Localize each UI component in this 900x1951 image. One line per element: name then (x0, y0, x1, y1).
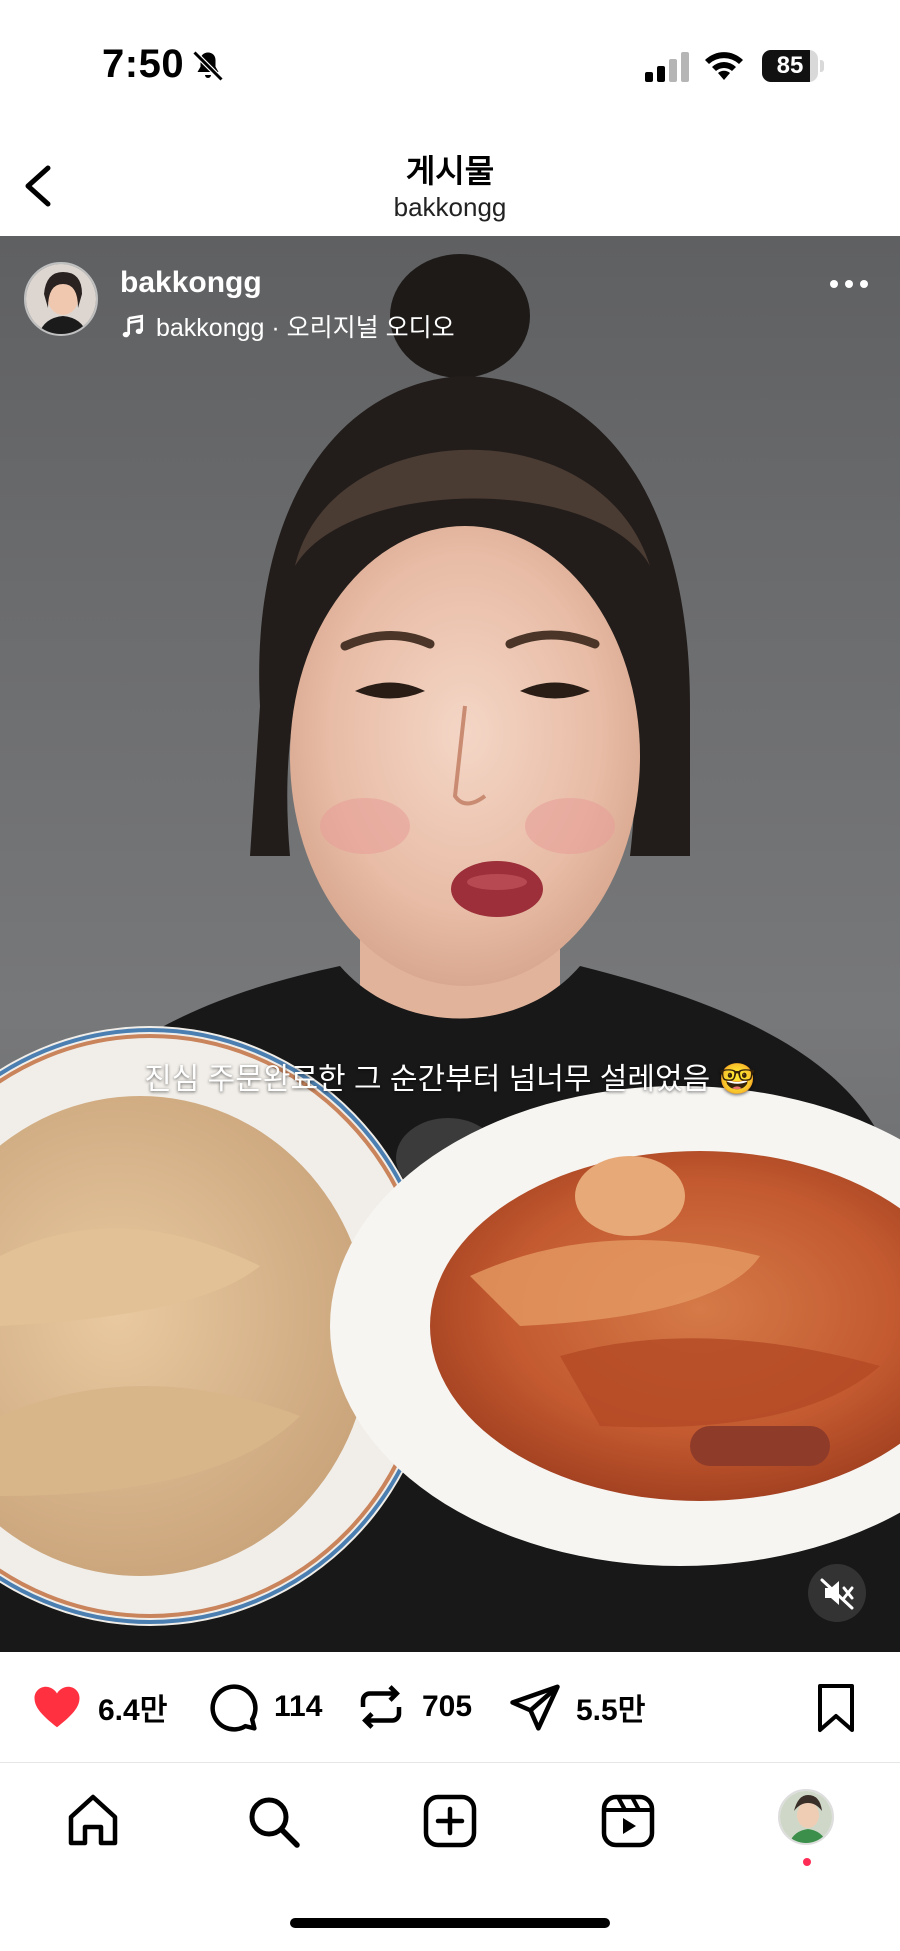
music-note-icon (122, 314, 144, 338)
audio-label: · 오리지널 오디오 (271, 314, 455, 342)
search-icon[interactable] (243, 1791, 303, 1851)
page-subtitle: bakkongg (393, 192, 507, 222)
comment-icon[interactable] (206, 1680, 260, 1734)
owner-username[interactable]: bakkongg (120, 266, 262, 300)
audio-info[interactable]: bakkongg · 오리지널 오디오 (120, 308, 455, 344)
video-caption: 진심 주문완료한 그 순간부터 넘너무 설레었음 🤓 (144, 1063, 756, 1096)
owner-avatar[interactable] (24, 262, 98, 336)
repost-action[interactable]: 705 (354, 1682, 472, 1732)
mute-button[interactable] (808, 1564, 866, 1622)
comment-action[interactable]: 114 (206, 1682, 322, 1732)
video-frame (0, 254, 900, 1652)
notification-dot (803, 1858, 811, 1866)
like-action[interactable]: 6.4만 (30, 1682, 167, 1732)
home-indicator (290, 1918, 610, 1928)
status-bar: 7:50 85 (0, 0, 900, 130)
bookmark-icon[interactable] (812, 1680, 860, 1736)
likes-count[interactable]: 6.4만 (98, 1685, 167, 1729)
create-icon[interactable] (420, 1791, 480, 1851)
repost-icon[interactable] (354, 1680, 408, 1734)
shares-count[interactable]: 5.5만 (576, 1685, 645, 1729)
post-header: 게시물 bakkongg (0, 130, 900, 236)
post-owner: bakkongg bakkongg · 오리지널 오디오 (24, 262, 724, 342)
speaker-muted-icon (820, 1578, 854, 1610)
battery-icon: 85 (762, 50, 824, 82)
post-actions: 6.4만 114 705 5.5만 (0, 1652, 900, 1762)
status-time: 7:50 (102, 42, 185, 86)
signal-icon (645, 52, 689, 82)
bottom-nav (0, 1763, 900, 1951)
battery-label: 85 (776, 52, 804, 79)
bell-off-icon (192, 50, 224, 82)
audio-username: bakkongg (156, 314, 265, 342)
wifi-icon (705, 52, 743, 80)
post-video[interactable]: bakkongg bakkongg · 오리지널 오디오 진심 주문완료한 그 … (0, 236, 900, 1652)
heart-icon[interactable] (30, 1680, 84, 1734)
send-icon[interactable] (508, 1680, 562, 1734)
reposts-count[interactable]: 705 (422, 1690, 472, 1724)
more-options-button[interactable] (820, 272, 880, 296)
page-title: 게시물 (405, 153, 495, 189)
reels-icon[interactable] (598, 1791, 658, 1851)
comments-count[interactable]: 114 (274, 1690, 322, 1724)
profile-avatar[interactable] (778, 1789, 834, 1845)
share-action[interactable]: 5.5만 (508, 1682, 645, 1732)
home-icon[interactable] (63, 1791, 123, 1851)
